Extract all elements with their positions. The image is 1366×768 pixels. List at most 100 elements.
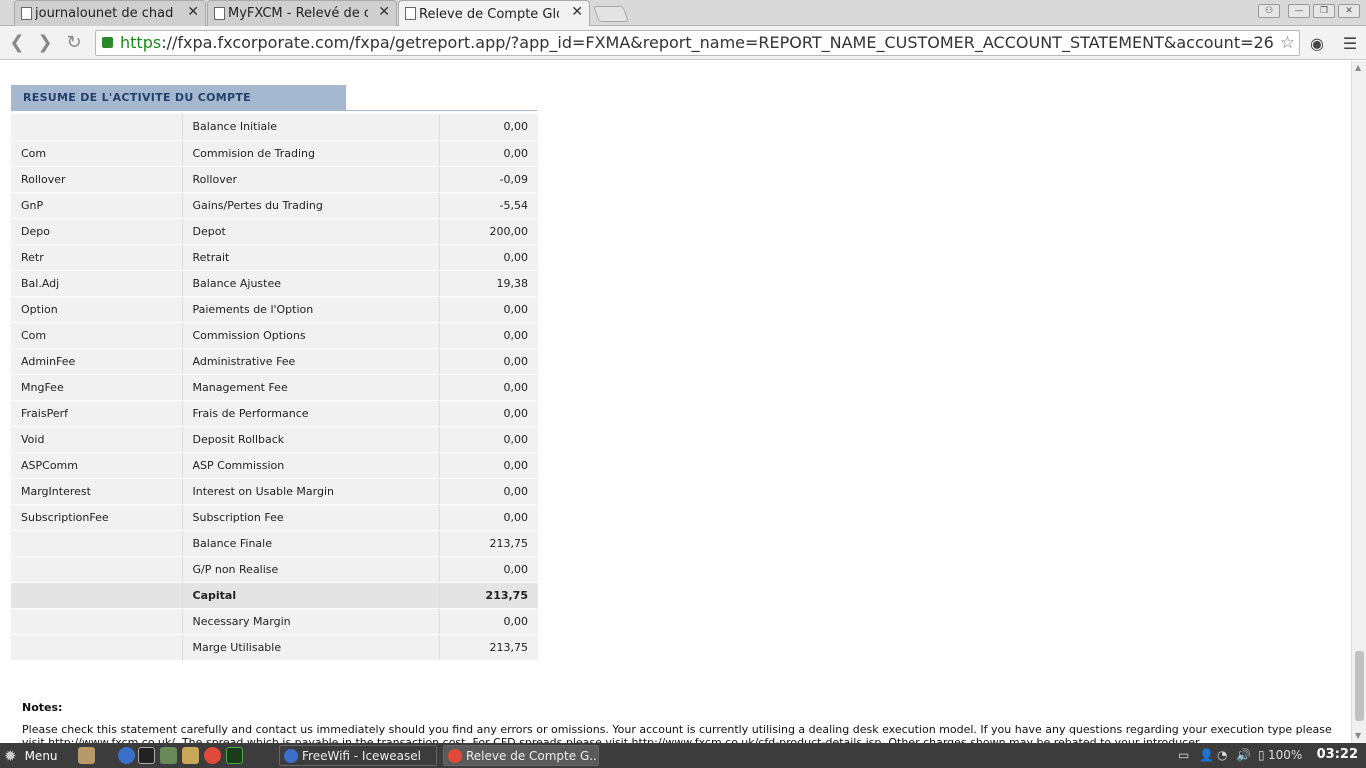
row-code xyxy=(11,530,183,557)
row-label: Interest on Usable Margin xyxy=(182,478,440,505)
row-value: 213,75 xyxy=(439,634,538,661)
tab-myfxcm[interactable]: MyFXCM - Relevé de co ✕ xyxy=(207,0,397,26)
tab-title: Releve de Compte Glo xyxy=(419,6,559,22)
monitor-launcher-icon[interactable] xyxy=(226,747,243,764)
maximize-icon[interactable]: ❐ xyxy=(1313,4,1335,18)
row-value: 0,00 xyxy=(439,504,538,531)
row-value: 0,00 xyxy=(439,374,538,401)
address-bar[interactable]: https://fxpa.fxcorporate.com/fxpa/getrep… xyxy=(95,30,1300,56)
row-value: 0,00 xyxy=(439,296,538,323)
row-code: FraisPerf xyxy=(11,400,183,427)
table-row: Balance Finale 213,75 xyxy=(11,530,538,557)
menu-hamburger-icon[interactable]: ☰ xyxy=(1339,32,1361,54)
minimize-icon[interactable]: — xyxy=(1288,4,1310,18)
row-label: Gains/Pertes du Trading xyxy=(182,192,440,219)
vertical-scrollbar[interactable]: ▲ ▼ xyxy=(1351,61,1366,743)
calculator-launcher-icon[interactable] xyxy=(160,747,177,764)
window-close-icon[interactable]: ✕ xyxy=(1338,4,1360,18)
row-code xyxy=(11,608,183,635)
row-value: 213,75 xyxy=(439,530,538,557)
row-value: 0,00 xyxy=(439,114,538,141)
row-value: 0,00 xyxy=(439,322,538,349)
table-row: Bal.Adj Balance Ajustee 19,38 xyxy=(11,270,538,297)
table-row: FraisPerf Frais de Performance 0,00 xyxy=(11,400,538,427)
start-menu-button[interactable]: ✹ Menu xyxy=(4,743,58,768)
row-label: Rollover xyxy=(182,166,440,193)
task-label: Releve de Compte G... xyxy=(466,748,599,763)
row-code: GnP xyxy=(11,192,183,219)
forward-icon[interactable]: ❯ xyxy=(34,31,56,53)
row-label: Subscription Fee xyxy=(182,504,440,531)
table-row: Void Deposit Rollback 0,00 xyxy=(11,426,538,453)
row-code: Bal.Adj xyxy=(11,270,183,297)
browser-launcher-icon[interactable] xyxy=(118,747,135,764)
chrome-launcher-icon[interactable] xyxy=(204,747,221,764)
table-row: SubscriptionFee Subscription Fee 0,00 xyxy=(11,504,538,531)
tab-journalounet[interactable]: journalounet de chad ✕ xyxy=(14,0,206,26)
user-icon[interactable]: ⚇ xyxy=(1258,4,1280,18)
clock[interactable]: 03:22 xyxy=(1317,747,1358,762)
row-label: Balance Finale xyxy=(182,530,440,557)
extension-icon[interactable]: ◉ xyxy=(1306,32,1328,54)
row-code: Com xyxy=(11,322,183,349)
section-divider xyxy=(11,110,537,111)
wifi-icon[interactable]: ◔ xyxy=(1217,748,1227,762)
battery-icon[interactable]: ▯ xyxy=(1258,748,1265,762)
display-icon[interactable]: ▭ xyxy=(1178,748,1189,762)
row-label: Paiements de l'Option xyxy=(182,296,440,323)
row-code: Retr xyxy=(11,244,183,271)
close-icon[interactable]: ✕ xyxy=(378,4,390,20)
volume-icon[interactable]: 🔊 xyxy=(1236,748,1251,762)
row-code: Rollover xyxy=(11,166,183,193)
table-row: Necessary Margin 0,00 xyxy=(11,608,538,635)
lock-icon xyxy=(102,37,113,48)
row-value: 0,00 xyxy=(439,140,538,167)
scroll-down-icon[interactable]: ▼ xyxy=(1355,731,1361,740)
reload-icon[interactable]: ↻ xyxy=(63,31,85,53)
tab-releve[interactable]: Releve de Compte Glo ✕ xyxy=(398,0,590,27)
menu-label: Menu xyxy=(24,748,58,763)
row-label: Deposit Rollback xyxy=(182,426,440,453)
url-text: ://fxpa.fxcorporate.com/fxpa/getreport.a… xyxy=(161,33,1274,52)
battery-level: 100% xyxy=(1268,748,1303,762)
section-title: RESUME DE L'ACTIVITE DU COMPTE xyxy=(11,85,346,110)
table-row: Retr Retrait 0,00 xyxy=(11,244,538,271)
new-tab-button[interactable] xyxy=(593,6,629,22)
task-releve[interactable]: Releve de Compte G... xyxy=(443,745,599,766)
task-freewifi[interactable]: FreeWifi - Iceweasel xyxy=(279,745,437,766)
row-label: ASP Commission xyxy=(182,452,440,479)
page-favicon-icon xyxy=(405,7,416,20)
row-label: Necessary Margin xyxy=(182,608,440,635)
row-value: 0,00 xyxy=(439,608,538,635)
row-value: 0,00 xyxy=(439,478,538,505)
row-label: Balance Ajustee xyxy=(182,270,440,297)
row-label: Commision de Trading xyxy=(182,140,440,167)
row-label: Administrative Fee xyxy=(182,348,440,375)
files-launcher-icon[interactable] xyxy=(78,747,95,764)
row-value: 0,00 xyxy=(439,452,538,479)
row-code: MargInterest xyxy=(11,478,183,505)
tab-title: MyFXCM - Relevé de co xyxy=(228,6,368,21)
notes-title: Notes: xyxy=(22,701,63,714)
close-icon[interactable]: ✕ xyxy=(187,4,199,20)
bookmark-star-icon[interactable]: ☆ xyxy=(1280,31,1295,55)
row-code: MngFee xyxy=(11,374,183,401)
row-label: Frais de Performance xyxy=(182,400,440,427)
back-icon[interactable]: ❮ xyxy=(6,31,28,53)
row-code xyxy=(11,634,183,661)
folder-launcher-icon[interactable] xyxy=(182,747,199,764)
row-code: SubscriptionFee xyxy=(11,504,183,531)
table-row: AdminFee Administrative Fee 0,00 xyxy=(11,348,538,375)
user-tray-icon[interactable]: 👤 xyxy=(1199,748,1214,762)
scroll-up-icon[interactable]: ▲ xyxy=(1355,63,1361,72)
taskbar: ✹ Menu FreeWifi - Iceweasel Releve de Co… xyxy=(0,743,1366,768)
row-value: 0,00 xyxy=(439,348,538,375)
url-scheme: https xyxy=(120,33,162,52)
row-code: Void xyxy=(11,426,183,453)
scrollbar-thumb[interactable] xyxy=(1355,651,1364,721)
terminal-launcher-icon[interactable] xyxy=(138,747,155,764)
table-row: Com Commission Options 0,00 xyxy=(11,322,538,349)
row-label: Marge Utilisable xyxy=(182,634,440,661)
close-icon[interactable]: ✕ xyxy=(571,4,583,20)
table-row: Rollover Rollover -0,09 xyxy=(11,166,538,193)
